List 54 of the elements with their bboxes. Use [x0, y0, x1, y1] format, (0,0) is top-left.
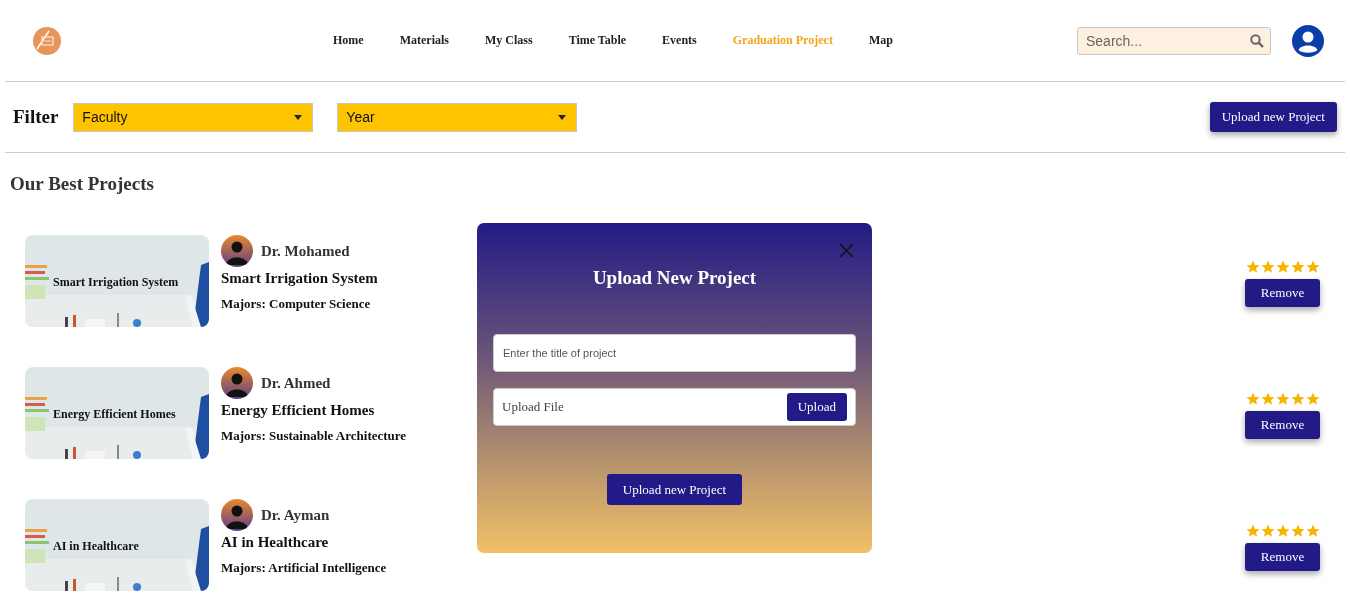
star-icon	[1290, 392, 1305, 406]
star-icon	[1260, 392, 1275, 406]
star-icon	[1305, 524, 1320, 538]
upload-project-button[interactable]: Upload new Project	[1209, 102, 1337, 132]
project-title: AI in Healthcare	[221, 534, 330, 551]
star-icon	[1290, 524, 1305, 538]
nav-link[interactable]: Materials	[381, 33, 467, 48]
nav-link[interactable]: Map	[850, 33, 911, 48]
author-name: Dr. Mohamed	[261, 242, 350, 260]
star-icon	[1260, 260, 1275, 274]
remove-button[interactable]: Remove	[1245, 279, 1320, 307]
avatar-icon	[221, 367, 253, 399]
nav-link[interactable]: Home	[315, 33, 382, 48]
upload-file-button[interactable]: Upload	[786, 393, 847, 421]
project-majors: Majors: Computer Science	[221, 296, 372, 312]
caret-icon	[294, 114, 303, 120]
search-icon[interactable]	[1250, 33, 1264, 48]
avatar-icon	[221, 499, 253, 531]
remove-button[interactable]: Remove	[1245, 411, 1320, 439]
modal-title: Upload New Project	[591, 267, 758, 289]
section-title: Our Best Projects	[10, 173, 155, 195]
image-caption: Energy Efficient Homes	[53, 407, 176, 422]
star-icon	[1305, 392, 1320, 406]
star-icon	[1305, 260, 1320, 274]
dropdown[interactable]: Year	[337, 102, 578, 132]
avatar-icon	[221, 235, 253, 267]
image-caption: Smart Irrigation System	[53, 275, 179, 290]
author-name: Dr. Ahmed	[261, 374, 331, 392]
nav-link[interactable]: Events	[644, 33, 715, 48]
star-icon	[1275, 260, 1290, 274]
nav-link[interactable]: My Class	[466, 33, 551, 48]
project-majors: Majors: Sustainable Architecture	[221, 428, 407, 444]
star-icon	[1245, 260, 1260, 274]
star-icon	[1275, 524, 1290, 538]
title-input-field[interactable]: Enter the title of project	[493, 334, 856, 372]
star-icon	[1245, 524, 1260, 538]
star-icon	[1275, 392, 1290, 406]
user-avatar-icon[interactable]	[1292, 24, 1324, 57]
project-title: Smart Irrigation System	[221, 270, 378, 287]
star-icon	[1245, 392, 1260, 406]
author-name: Dr. Ayman	[261, 506, 330, 524]
file-field[interactable]: Upload File Upload	[493, 388, 856, 426]
search-field[interactable]: Search...	[1077, 26, 1271, 55]
image-caption: AI in Healthcare	[53, 539, 139, 554]
star-icon	[1260, 524, 1275, 538]
remove-button[interactable]: Remove	[1245, 543, 1320, 571]
submit-button[interactable]: Upload new Project	[607, 474, 742, 505]
project-title: Energy Efficient Homes	[221, 402, 376, 419]
filter-label: Filter	[13, 106, 59, 128]
nav-link[interactable]: Time Table	[550, 33, 645, 48]
caret-icon	[558, 114, 567, 120]
dropdown[interactable]: Faculty	[73, 102, 314, 132]
project-majors: Majors: Artificial Intelligence	[221, 560, 387, 576]
star-icon	[1290, 260, 1305, 274]
